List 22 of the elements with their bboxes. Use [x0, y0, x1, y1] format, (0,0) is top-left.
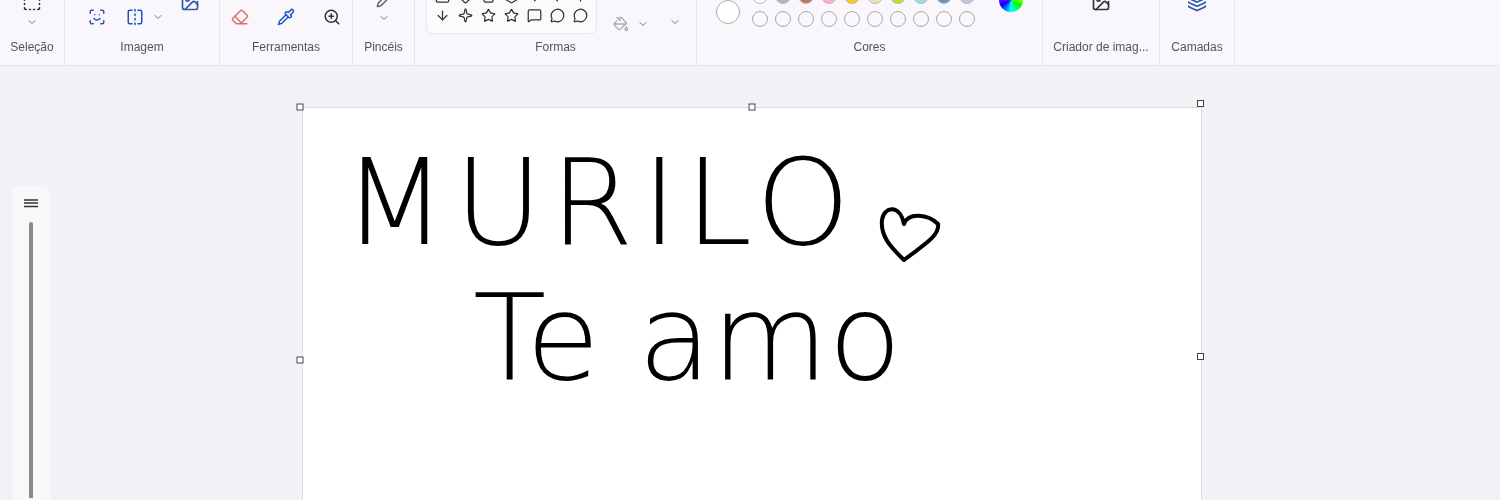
primary-color-swatch[interactable] [716, 0, 740, 24]
fill-icon [613, 16, 629, 32]
group-label: Pincéis [364, 39, 403, 55]
group-label: Cores [853, 39, 886, 55]
resize-handle[interactable] [296, 103, 304, 111]
group-label: Ferramentas [252, 39, 320, 55]
handwritten-text: Te amo [473, 268, 902, 408]
resize-handle[interactable] [1197, 353, 1204, 360]
eraser-icon [231, 8, 249, 26]
group-label: Formas [535, 39, 576, 55]
group-label: Imagem [120, 39, 164, 55]
group-label: Criador de imag... [1053, 39, 1149, 55]
resize-handle[interactable] [1197, 100, 1204, 107]
person-icon [88, 8, 106, 26]
eyedropper-icon [277, 8, 295, 26]
line-weight-icon [23, 198, 39, 210]
zoom-icon [323, 8, 341, 26]
drawing-canvas[interactable]: MURILO Te amo [302, 107, 1202, 500]
flip-icon [126, 8, 144, 26]
group-label: Seleção [10, 39, 54, 55]
group-label: Camadas [1171, 39, 1223, 55]
handwritten-text: MURILO [343, 138, 859, 268]
